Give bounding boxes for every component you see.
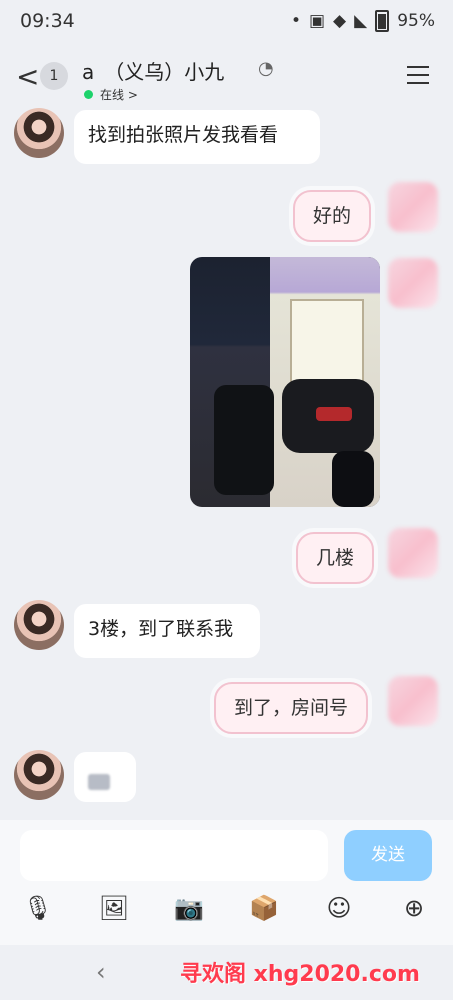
signal-4g-icon: ◣ [354, 11, 368, 31]
photo-seat [332, 451, 374, 507]
battery-percent: 95% [397, 11, 435, 31]
avatar[interactable] [388, 182, 438, 232]
message-bubble[interactable]: 几楼 [296, 532, 375, 584]
photo-red-box [316, 407, 352, 421]
emoji-icon[interactable]: ☺ [323, 892, 355, 924]
message-bubble[interactable]: 找到拍张照片发我看看 [74, 110, 320, 164]
menu-icon[interactable] [407, 66, 429, 90]
redacted-text [88, 774, 110, 790]
online-status-text[interactable]: 在线 > [100, 86, 138, 103]
avatar[interactable] [388, 258, 438, 308]
status-right: • ▣ ◆ ◣ 95% [291, 10, 435, 32]
message-bubble-redacted[interactable] [74, 752, 136, 802]
avatar[interactable] [388, 528, 438, 578]
avatar[interactable] [14, 750, 64, 800]
back-icon[interactable]: ‹ [96, 958, 106, 986]
send-button[interactable]: 发送 [344, 830, 432, 881]
photo-scooter [214, 385, 274, 495]
status-bar: 09:34 • ▣ ◆ ◣ 95% [0, 0, 453, 44]
message-bubble[interactable]: 到了，房间号 [214, 682, 369, 734]
pocket-icon[interactable]: 📦 [248, 892, 280, 924]
nfc-icon: ▣ [308, 11, 326, 31]
notification-dot-icon: • [290, 11, 301, 31]
status-arrow-icon: > [127, 88, 138, 102]
message-bubble[interactable]: 好的 [293, 190, 372, 242]
chat-header: < 1 a （义乌）小九 ◔ 在线 > [0, 52, 453, 102]
listen-icon: ◔ [258, 58, 274, 79]
back-icon[interactable]: < [16, 60, 39, 93]
photo-message[interactable] [190, 257, 380, 507]
avatar[interactable] [388, 676, 438, 726]
avatar[interactable] [14, 600, 64, 650]
online-status-dot [84, 90, 93, 99]
watermark-text: 寻欢阁 xhg2020.com [180, 962, 420, 987]
add-icon[interactable]: ⊕ [398, 892, 430, 924]
avatar[interactable] [14, 108, 64, 158]
message-bubble[interactable]: 3楼，到了联系我 [74, 604, 260, 658]
message-input[interactable] [20, 830, 328, 881]
camera-icon[interactable]: 📷 [173, 892, 205, 924]
chat-title[interactable]: a （义乌）小九 [82, 56, 224, 85]
image-icon[interactable]: 🖼 [98, 892, 130, 924]
unread-count-badge[interactable]: 1 [40, 62, 68, 90]
status-time: 09:34 [20, 10, 75, 32]
composer-toolbar: 🎙 🖼 📷 📦 ☺ ⊕ [0, 892, 453, 930]
wifi-icon: ◆ [333, 11, 347, 31]
battery-icon [375, 10, 390, 32]
microphone-icon[interactable]: 🎙 [22, 892, 54, 924]
